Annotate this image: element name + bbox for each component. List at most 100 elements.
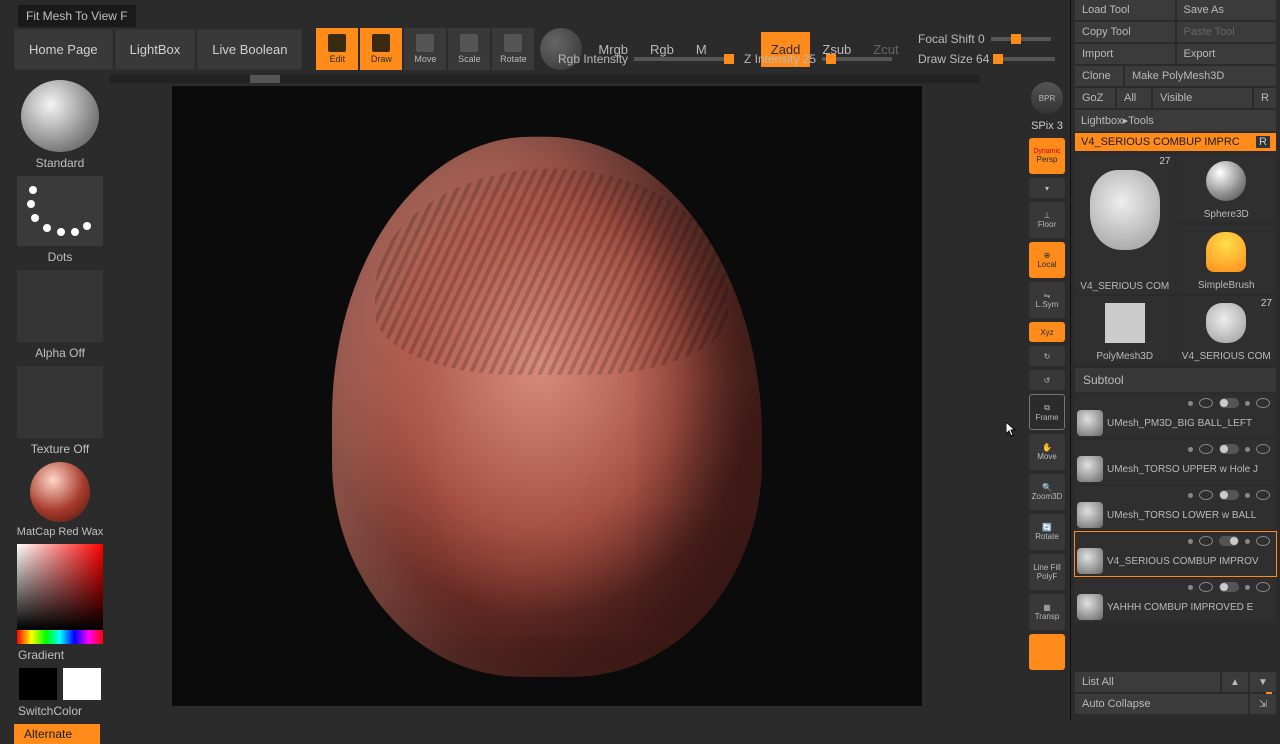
swatch-white[interactable] [63, 668, 101, 700]
lightbox-tools-button[interactable]: Lightbox▸Tools [1075, 110, 1276, 131]
eye2-icon[interactable] [1256, 582, 1270, 592]
brush-preview[interactable] [21, 80, 99, 152]
subtool-thumb [1077, 594, 1103, 620]
eye-icon[interactable] [1199, 444, 1213, 454]
move-view-button[interactable]: ✋Move [1029, 434, 1065, 470]
eye2-icon[interactable] [1256, 490, 1270, 500]
copy-tool-button[interactable]: Copy Tool [1075, 22, 1175, 42]
subtool-toggle[interactable] [1219, 444, 1239, 454]
tool-thumb-4[interactable]: 27 V4_SERIOUS COM [1177, 296, 1277, 364]
transp-button[interactable]: ▦Transp [1029, 594, 1065, 630]
viewport[interactable] [172, 86, 922, 706]
alpha-slot[interactable] [17, 270, 103, 342]
xyz-button[interactable]: Xyz [1029, 322, 1065, 342]
stroke-preview[interactable] [17, 176, 103, 246]
local-button[interactable]: ⊕Local [1029, 242, 1065, 278]
collapse-toggle-button[interactable]: ⇲ [1250, 694, 1276, 714]
import-button[interactable]: Import [1075, 44, 1175, 64]
material-preview[interactable] [30, 462, 90, 522]
ghost-button[interactable] [1029, 634, 1065, 670]
eye2-icon[interactable] [1256, 398, 1270, 408]
rotate-tool[interactable]: Rotate [492, 28, 534, 70]
subtool-name: UMesh_TORSO LOWER w BALL [1107, 510, 1274, 521]
eye2-icon[interactable] [1256, 444, 1270, 454]
z-intensity-slider[interactable]: Z Intensity 25 [744, 52, 892, 66]
eye-icon[interactable] [1199, 536, 1213, 546]
alpha-label: Alpha Off [35, 346, 85, 360]
tool-thumb-2[interactable]: SimpleBrush [1177, 225, 1277, 293]
goz-r-button[interactable]: R [1254, 88, 1276, 108]
eye-icon[interactable] [1199, 582, 1213, 592]
floor-label: Floor [1038, 220, 1056, 229]
lsym-button[interactable]: ⇋L.Sym [1029, 282, 1065, 318]
subtool-toggle[interactable] [1219, 490, 1239, 500]
tool-thumb-1[interactable]: Sphere3D [1177, 154, 1277, 222]
home-page-button[interactable]: Home Page [14, 29, 113, 70]
gradient-label[interactable]: Gradient [18, 648, 64, 662]
subtool-name: UMesh_TORSO UPPER w Hole J [1107, 464, 1274, 475]
tool-thumb-0[interactable]: 27 V4_SERIOUS COM [1075, 154, 1175, 294]
subtool-item[interactable]: UMesh_PM3D_BIG BALL_LEFT [1075, 394, 1276, 438]
zoom3d-button[interactable]: 🔍Zoom3D [1029, 474, 1065, 510]
hue-strip[interactable] [17, 630, 103, 644]
lightbox-button[interactable]: LightBox [115, 29, 196, 70]
floor-button[interactable]: ⊥Floor [1029, 202, 1065, 238]
clone-button[interactable]: Clone [1075, 66, 1123, 86]
eye-icon[interactable] [1199, 398, 1213, 408]
goz-visible-button[interactable]: Visible [1153, 88, 1252, 108]
transp-label: Transp [1035, 612, 1060, 621]
draw-tool[interactable]: Draw [360, 28, 402, 70]
frame-label: Frame [1035, 413, 1058, 422]
alternate-button[interactable]: Alternate [14, 724, 100, 744]
subtool-toggle[interactable] [1219, 582, 1239, 592]
texture-slot[interactable] [17, 366, 103, 438]
subtool-item[interactable]: V4_SERIOUS COMBUP IMPROV [1075, 532, 1276, 576]
subtool-toggle[interactable] [1219, 536, 1239, 546]
move-label: Move [414, 54, 436, 64]
subtool-toggle[interactable] [1219, 398, 1239, 408]
paste-tool-button[interactable]: Paste Tool [1177, 22, 1277, 42]
move-tool[interactable]: Move [404, 28, 446, 70]
subtool-down-button[interactable]: ▼ [1250, 672, 1276, 692]
subtool-item[interactable]: YAHHH COMBUP IMPROVED E [1075, 578, 1276, 622]
subtool-header[interactable]: Subtool [1075, 368, 1276, 392]
eye-icon[interactable] [1199, 490, 1213, 500]
poly-dot-icon [1245, 493, 1250, 498]
bpr-button[interactable]: BPR [1031, 82, 1063, 114]
auto-collapse-button[interactable]: Auto Collapse [1075, 694, 1248, 714]
goz-all-button[interactable]: All [1117, 88, 1151, 108]
swatch-black[interactable] [19, 668, 57, 700]
live-boolean-button[interactable]: Live Boolean [197, 29, 302, 70]
edit-label: Edit [330, 54, 346, 64]
spix-label[interactable]: SPix 3 [1031, 120, 1063, 132]
frame-button[interactable]: ⧉Frame [1029, 394, 1065, 430]
scale-tool[interactable]: Scale [448, 28, 490, 70]
goz-button[interactable]: GoZ [1075, 88, 1115, 108]
draw-size-slider[interactable]: Draw Size 64 [918, 52, 1055, 66]
color-picker[interactable] [17, 544, 103, 630]
focal-shift-slider[interactable]: Focal Shift 0 [918, 32, 1051, 46]
subtool-item[interactable]: UMesh_TORSO LOWER w BALL [1075, 486, 1276, 530]
switchcolor-button[interactable]: SwitchColor [18, 704, 82, 718]
subtool-item[interactable]: UMesh_TORSO UPPER w Hole J [1075, 440, 1276, 484]
persp-button[interactable]: DynamicPersp [1029, 138, 1065, 174]
vis-dot-icon [1188, 585, 1193, 590]
rgb-intensity-slider[interactable]: Rgb Intensity [558, 52, 734, 66]
load-tool-button[interactable]: Load Tool [1075, 0, 1175, 20]
tool-count-4: 27 [1261, 298, 1272, 309]
rot-cw[interactable]: ↻ [1029, 346, 1065, 366]
list-all-button[interactable]: List All [1075, 672, 1220, 692]
make-polymesh-button[interactable]: Make PolyMesh3D [1125, 66, 1276, 86]
active-tool-title[interactable]: V4_SERIOUS COMBUP IMPRC R [1075, 133, 1276, 151]
export-button[interactable]: Export [1177, 44, 1277, 64]
rot-ccw[interactable]: ↺ [1029, 370, 1065, 390]
draw-size-label: Draw Size 64 [918, 52, 989, 66]
persp-expand[interactable]: ▾ [1029, 178, 1065, 198]
rotate-view-button[interactable]: 🔄Rotate [1029, 514, 1065, 550]
save-as-button[interactable]: Save As [1177, 0, 1277, 20]
eye2-icon[interactable] [1256, 536, 1270, 546]
tool-thumb-3[interactable]: PolyMesh3D [1075, 296, 1175, 364]
edit-tool[interactable]: Edit [316, 28, 358, 70]
linefill-button[interactable]: Line FillPolyF [1029, 554, 1065, 590]
subtool-up-button[interactable]: ▲ [1222, 672, 1248, 692]
